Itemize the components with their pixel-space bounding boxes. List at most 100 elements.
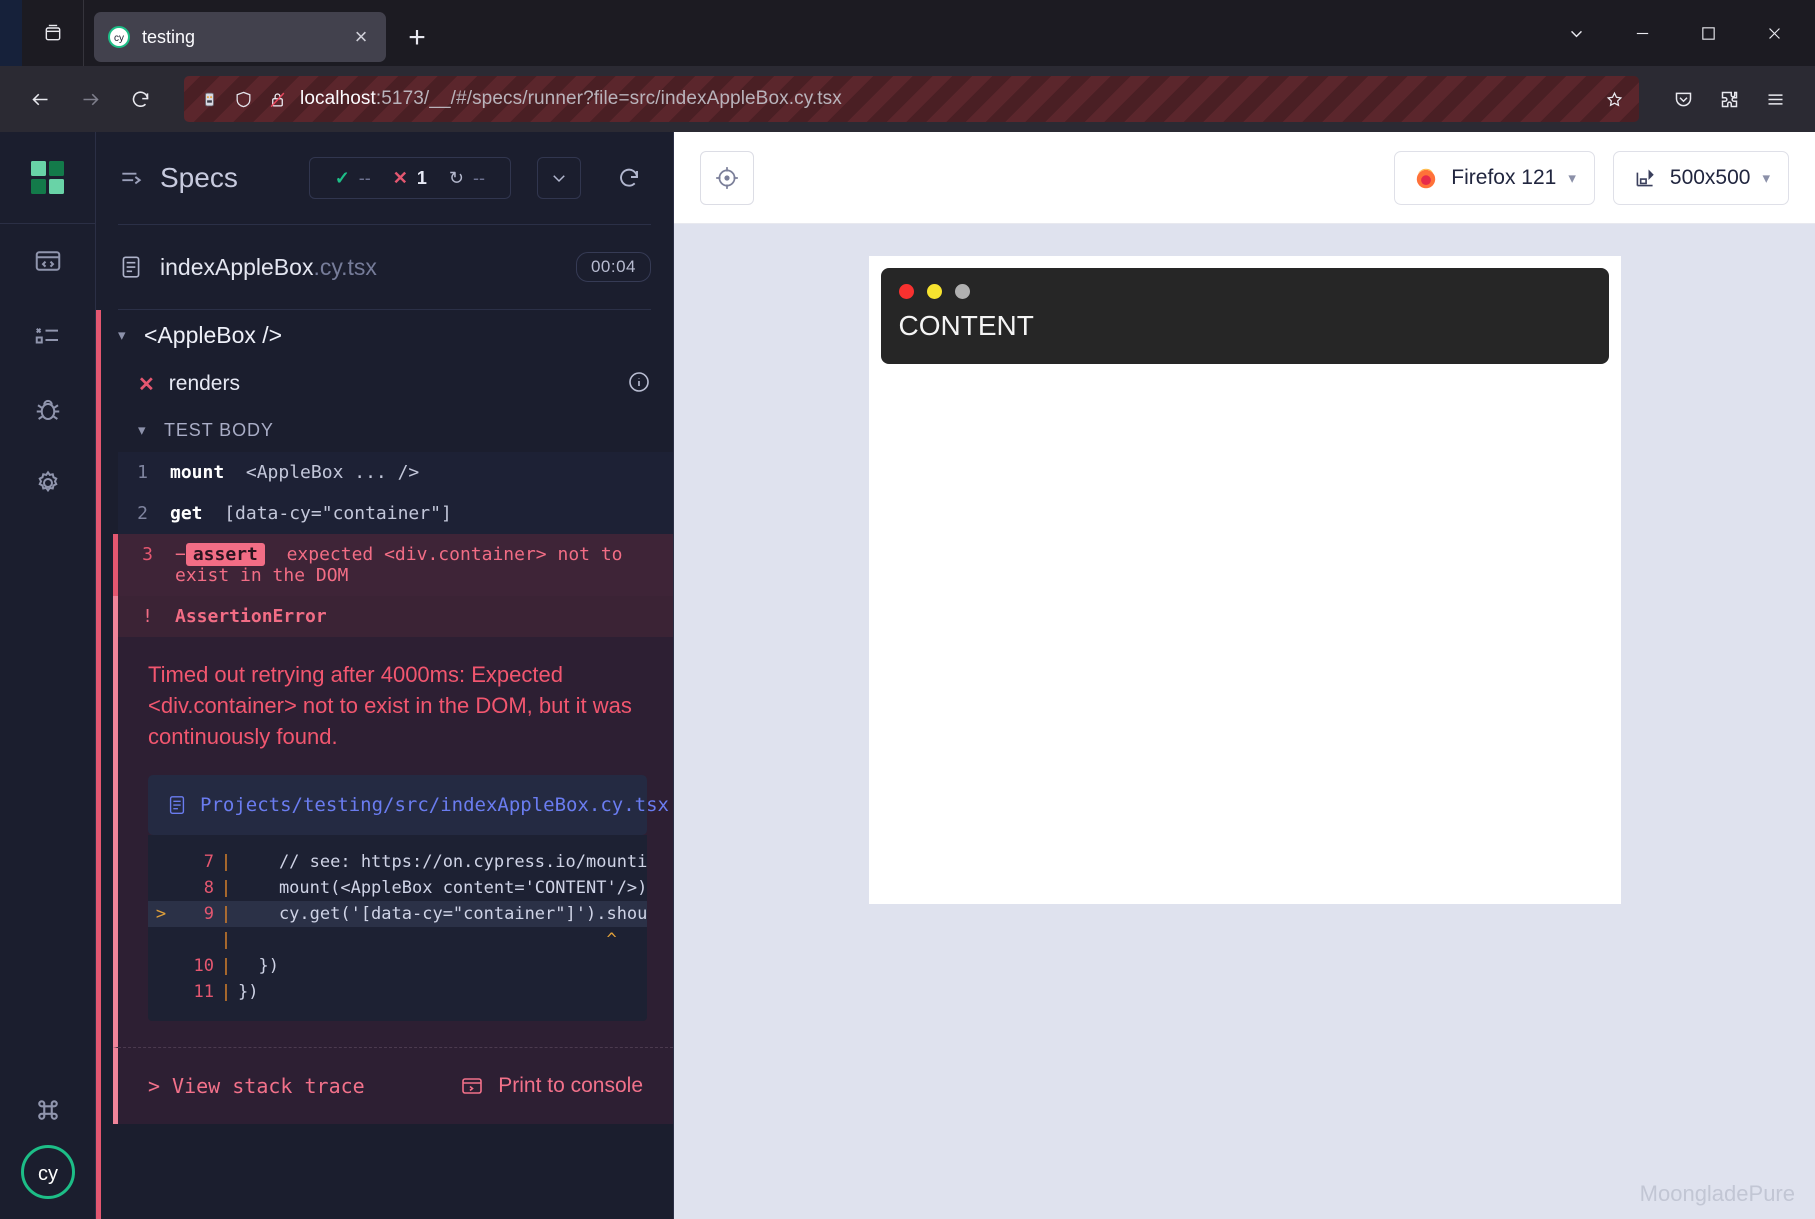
command-key-icon (33, 1095, 63, 1125)
close-icon (1766, 25, 1783, 42)
selector-playground-button[interactable] (700, 151, 754, 205)
watermark: MoongladePure (1640, 1181, 1795, 1207)
chevron-down-icon: ▾ (1568, 169, 1576, 187)
command-arg: [data-cy="container"] (224, 503, 452, 524)
bookmark-star-button[interactable] (1603, 88, 1625, 110)
minimize-icon (1634, 25, 1651, 42)
forward-button[interactable] (68, 77, 112, 121)
specs-icon (33, 246, 63, 276)
browser-tab[interactable]: cy testing × (94, 12, 386, 62)
pending-icon: ↻ (449, 168, 464, 189)
test-name: renders (169, 372, 240, 396)
print-to-console-button[interactable]: Print to console (460, 1074, 643, 1098)
sidebar-item-debug[interactable] (0, 372, 95, 446)
app-menu-button[interactable] (1753, 77, 1797, 121)
error-file-link[interactable]: Projects/testing/src/indexAppleBox.cy.ts… (166, 791, 629, 820)
viewport-size-button[interactable]: 500x500 ▾ (1613, 151, 1789, 205)
reload-icon (617, 166, 641, 190)
chevron-down-icon[interactable]: ▾ (138, 421, 152, 439)
chevron-right-icon: > (148, 1074, 160, 1098)
view-stack-trace-label: View stack trace (172, 1074, 365, 1098)
insecure-lock-icon[interactable] (266, 88, 288, 110)
maximize-button[interactable] (1675, 0, 1741, 66)
gray-dot (955, 284, 970, 299)
command-number: 2 (118, 503, 170, 524)
line-code: mount(<AppleBox content='CONTENT'/>) (238, 878, 647, 898)
command-body: get [data-cy="container"] (170, 503, 452, 524)
chevron-down-icon[interactable]: ▾ (118, 326, 132, 344)
specs-header: Specs ✓ -- ✕ 1 ↻ -- (96, 132, 673, 224)
spec-duration: 00:04 (576, 252, 651, 282)
reload-page-button[interactable] (118, 77, 162, 121)
debug-icon (33, 394, 63, 424)
preview-toolbar: Firefox 121 ▾ 500x500 ▾ (674, 132, 1815, 224)
sidebar-item-specs[interactable] (0, 224, 95, 298)
command-row-failed[interactable]: 3 −assert expected <div.container> not t… (113, 534, 673, 596)
test-stats: ✓ -- ✕ 1 ↻ -- (309, 157, 511, 199)
line-number: 9 (174, 904, 214, 924)
test-body-label: TEST BODY (164, 420, 274, 441)
passed-count: -- (359, 168, 371, 189)
spec-file-row[interactable]: indexAppleBox.cy.tsx 00:04 (96, 225, 673, 309)
close-tab-button[interactable]: × (346, 22, 376, 52)
line-code: // see: https://on.cypress.io/mounting- (238, 852, 647, 872)
line-divider: | (214, 956, 238, 976)
info-circle-icon[interactable] (627, 370, 651, 399)
close-window-button[interactable] (1741, 0, 1807, 66)
svg-text:cy: cy (38, 1163, 58, 1185)
specs-title-group: Specs (118, 162, 238, 194)
browser-selector-button[interactable]: Firefox 121 ▾ (1394, 151, 1595, 205)
spec-file-basename: indexAppleBox (160, 254, 313, 280)
error-title-row: ! AssertionError (113, 596, 673, 637)
stat-failed: ✕ 1 (382, 168, 438, 189)
sidebar-item-runs[interactable] (0, 298, 95, 372)
rerun-tests-button[interactable] (607, 157, 651, 199)
collapse-panel-icon[interactable] (118, 165, 144, 191)
stat-pending: ↻ -- (438, 168, 496, 189)
cypress-squares-logo[interactable] (0, 132, 95, 224)
tab-list-dropdown-button[interactable] (1543, 0, 1609, 66)
error-footer: > View stack trace Print to console (113, 1047, 673, 1124)
preview-pane: Firefox 121 ▾ 500x500 ▾ (674, 132, 1815, 1219)
check-icon: ✓ (335, 168, 350, 189)
code-line-highlighted: > 9 | cy.get('[data-cy="container"]').sh… (148, 901, 647, 927)
line-divider: | (214, 852, 238, 872)
x-icon: ✕ (393, 168, 408, 189)
test-body-header[interactable]: ▾ TEST BODY (118, 408, 673, 452)
command-row[interactable]: 1 mount <AppleBox ... /> (118, 452, 673, 493)
suite-row[interactable]: ▾ <AppleBox /> (118, 310, 673, 360)
url-text: localhost:5173/__/#/specs/runner?file=sr… (300, 88, 1591, 110)
apple-box-content: CONTENT (899, 310, 1591, 342)
new-tab-button[interactable]: + (396, 17, 438, 59)
sidebar-item-settings[interactable] (0, 446, 95, 520)
spec-file-extension: .cy.tsx (313, 254, 376, 280)
pocket-icon (1673, 89, 1694, 110)
minimize-button[interactable] (1609, 0, 1675, 66)
back-button[interactable] (18, 77, 62, 121)
url-path: :5173/__/#/specs/runner?file=src/indexAp… (376, 88, 842, 109)
line-divider: | (214, 904, 238, 924)
test-row[interactable]: ✕ renders (118, 360, 673, 408)
window-dots (899, 284, 1591, 299)
line-code: }) (238, 982, 258, 1002)
suite-name: <AppleBox /> (144, 322, 282, 349)
stats-dropdown-button[interactable] (537, 157, 581, 199)
reload-icon (130, 89, 151, 110)
back-arrow-icon (30, 89, 51, 110)
apple-box-component: CONTENT (881, 268, 1609, 364)
error-file-link-box[interactable]: Projects/testing/src/indexAppleBox.cy.ts… (148, 775, 647, 836)
preview-toolbar-right: Firefox 121 ▾ 500x500 ▾ (1394, 151, 1789, 205)
view-stack-trace-button[interactable]: > View stack trace (148, 1074, 365, 1098)
cy-logo[interactable]: cy (21, 1145, 75, 1199)
list-all-tabs-button[interactable] (22, 0, 84, 66)
shield-icon[interactable] (232, 88, 254, 110)
save-to-pocket-button[interactable] (1661, 77, 1705, 121)
address-bar[interactable]: localhost:5173/__/#/specs/runner?file=sr… (184, 76, 1639, 122)
line-divider: | (214, 982, 238, 1002)
failure-indicator-bar (96, 310, 101, 1219)
command-row[interactable]: 2 get [data-cy="container"] (118, 493, 673, 534)
maximize-icon (1700, 25, 1717, 42)
keyboard-shortcuts-button[interactable] (21, 1095, 75, 1125)
extensions-button[interactable] (1707, 77, 1751, 121)
print-to-console-label: Print to console (498, 1074, 643, 1098)
